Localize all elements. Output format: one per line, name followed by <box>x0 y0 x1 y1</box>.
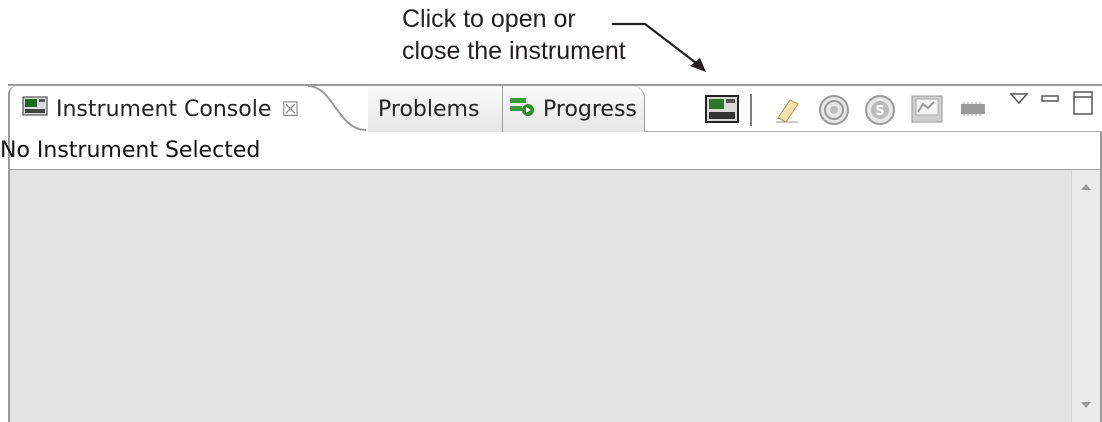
clear-console-icon[interactable] <box>772 94 802 128</box>
view-menu-icon[interactable] <box>1008 88 1030 114</box>
target-icon[interactable] <box>818 94 850 130</box>
callout-arrow <box>612 22 706 72</box>
toolbar-separator <box>750 94 752 126</box>
memory-icon[interactable] <box>958 94 988 128</box>
svg-text:S: S <box>875 104 884 119</box>
instrument-status-bar: No Instrument Selected <box>0 132 1102 170</box>
stop-icon[interactable]: S <box>864 94 896 130</box>
scroll-down-arrow-icon[interactable] <box>1081 402 1091 408</box>
console-output-area[interactable] <box>8 170 1102 422</box>
maximize-icon[interactable] <box>1072 90 1094 120</box>
minimize-icon[interactable] <box>1040 90 1060 114</box>
display-icon[interactable] <box>910 94 944 130</box>
view-toolbar: S <box>8 86 1102 132</box>
vertical-scrollbar[interactable] <box>1071 170 1100 422</box>
instrument-console-view: Problems Progress Instrument Console ☒ S… <box>0 84 1102 422</box>
instrument-status-text: No Instrument Selected <box>0 138 261 163</box>
scroll-up-arrow-icon[interactable] <box>1081 184 1091 190</box>
tab-bar: Problems Progress Instrument Console ☒ S <box>8 84 1102 132</box>
open-close-instrument-icon[interactable] <box>705 94 739 128</box>
